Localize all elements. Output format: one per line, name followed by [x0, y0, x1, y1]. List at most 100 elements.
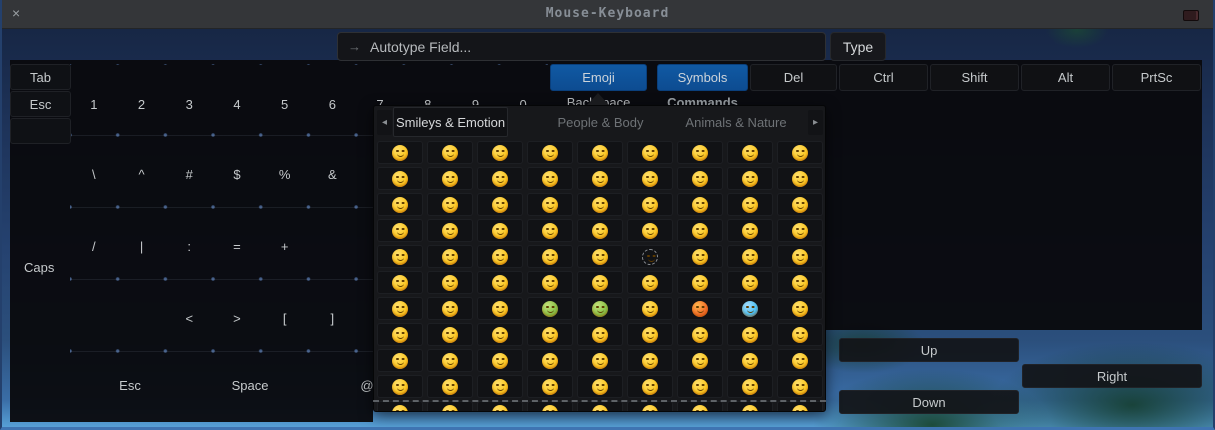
emoji-cell[interactable] [427, 297, 473, 320]
key->[interactable]: > [213, 309, 261, 327]
emoji-cell[interactable] [377, 271, 423, 294]
emoji-cell[interactable] [627, 323, 673, 346]
key-$[interactable]: $ [213, 165, 261, 183]
emoji-cell[interactable] [727, 349, 773, 372]
emoji-cell[interactable] [727, 141, 773, 164]
emoji-cell[interactable] [677, 141, 723, 164]
emoji-tab-smileys-emotion[interactable]: Smileys & Emotion [393, 107, 508, 137]
emoji-cell[interactable] [527, 323, 573, 346]
prtsc-button[interactable]: PrtSc [1112, 64, 1201, 91]
emoji-cell[interactable] [527, 141, 573, 164]
emoji-cell[interactable] [627, 167, 673, 190]
emoji-cell[interactable] [627, 245, 673, 268]
key-=[interactable]: = [213, 237, 261, 255]
emoji-cell[interactable] [377, 193, 423, 216]
emoji-cell[interactable] [527, 349, 573, 372]
alt-button[interactable]: Alt [1021, 64, 1110, 91]
key-%[interactable]: % [261, 165, 309, 183]
emoji-cell[interactable] [477, 349, 523, 372]
key-][interactable]: ] [309, 309, 357, 327]
emoji-cell[interactable] [427, 271, 473, 294]
autotype-input[interactable]: → Autotype Field... [337, 32, 826, 61]
emoji-cell[interactable] [777, 141, 823, 164]
key-[[interactable]: [ [261, 309, 309, 327]
emoji-cell[interactable] [677, 245, 723, 268]
emoji-cell[interactable] [577, 323, 623, 346]
emoji-cell[interactable] [427, 219, 473, 242]
emoji-cell[interactable] [677, 401, 723, 412]
emoji-cell[interactable] [477, 141, 523, 164]
emoji-cell[interactable] [727, 323, 773, 346]
emoji-cell[interactable] [577, 141, 623, 164]
key-space[interactable]: Space [226, 376, 274, 394]
emoji-cell[interactable] [627, 193, 673, 216]
type-button[interactable]: Type [830, 32, 886, 61]
emoji-cell[interactable] [477, 219, 523, 242]
shift-button[interactable]: Shift [930, 64, 1019, 91]
emoji-cell[interactable] [527, 271, 573, 294]
emoji-cell[interactable] [777, 193, 823, 216]
emoji-cell[interactable] [377, 219, 423, 242]
tab-scroll-right-icon[interactable]: ▸ [808, 110, 823, 135]
emoji-cell[interactable] [677, 297, 723, 320]
tab-key[interactable]: Tab [10, 64, 71, 90]
emoji-cell[interactable] [677, 193, 723, 216]
emoji-cell[interactable] [727, 167, 773, 190]
emoji-cell[interactable] [377, 349, 423, 372]
emoji-cell[interactable] [677, 219, 723, 242]
emoji-cell[interactable] [777, 271, 823, 294]
emoji-cell[interactable] [377, 245, 423, 268]
emoji-cell[interactable] [477, 323, 523, 346]
emoji-cell[interactable] [777, 401, 823, 412]
key-#[interactable]: # [165, 165, 213, 183]
emoji-cell[interactable] [727, 193, 773, 216]
emoji-cell[interactable] [477, 375, 523, 398]
emoji-cell[interactable] [477, 401, 523, 412]
emoji-cell[interactable] [427, 193, 473, 216]
emoji-cell[interactable] [577, 245, 623, 268]
emoji-cell[interactable] [677, 323, 723, 346]
emoji-cell[interactable] [577, 401, 623, 412]
emoji-cell[interactable] [577, 375, 623, 398]
emoji-cell[interactable] [677, 167, 723, 190]
emoji-cell[interactable] [377, 323, 423, 346]
tab-scroll-left-icon[interactable]: ◂ [377, 110, 392, 135]
emoji-cell[interactable] [427, 401, 473, 412]
emoji-cell[interactable] [577, 193, 623, 216]
emoji-cell[interactable] [777, 167, 823, 190]
key-5[interactable]: 5 [261, 95, 309, 113]
emoji-cell[interactable] [777, 297, 823, 320]
emoji-cell[interactable] [727, 375, 773, 398]
emoji-cell[interactable] [377, 167, 423, 190]
emoji-cell[interactable] [577, 271, 623, 294]
emoji-cell[interactable] [627, 349, 673, 372]
emoji-cell[interactable] [527, 167, 573, 190]
emoji-cell[interactable] [527, 245, 573, 268]
emoji-cell[interactable] [527, 375, 573, 398]
key-&[interactable]: & [309, 165, 357, 183]
emoji-cell[interactable] [677, 271, 723, 294]
emoji-cell[interactable] [577, 349, 623, 372]
ctrl-button[interactable]: Ctrl [839, 64, 928, 91]
emoji-cell[interactable] [527, 297, 573, 320]
emoji-cell[interactable] [727, 245, 773, 268]
emoji-cell[interactable] [727, 297, 773, 320]
emoji-cell[interactable] [477, 271, 523, 294]
emoji-cell[interactable] [427, 375, 473, 398]
emoji-cell[interactable] [527, 401, 573, 412]
emoji-cell[interactable] [477, 245, 523, 268]
key-3[interactable]: 3 [165, 95, 213, 113]
caps-key[interactable]: Caps [24, 260, 54, 275]
emoji-cell[interactable] [627, 271, 673, 294]
right-key[interactable]: Right [1022, 364, 1202, 388]
key-6[interactable]: 6 [309, 95, 357, 113]
emoji-cell[interactable] [627, 401, 673, 412]
emoji-cell[interactable] [627, 297, 673, 320]
key-:[interactable]: : [165, 237, 213, 255]
emoji-cell[interactable] [777, 323, 823, 346]
key-1[interactable]: 1 [70, 95, 118, 113]
emoji-cell[interactable] [477, 297, 523, 320]
emoji-cell[interactable] [527, 219, 573, 242]
emoji-cell[interactable] [627, 219, 673, 242]
key-^[interactable]: ^ [118, 165, 166, 183]
